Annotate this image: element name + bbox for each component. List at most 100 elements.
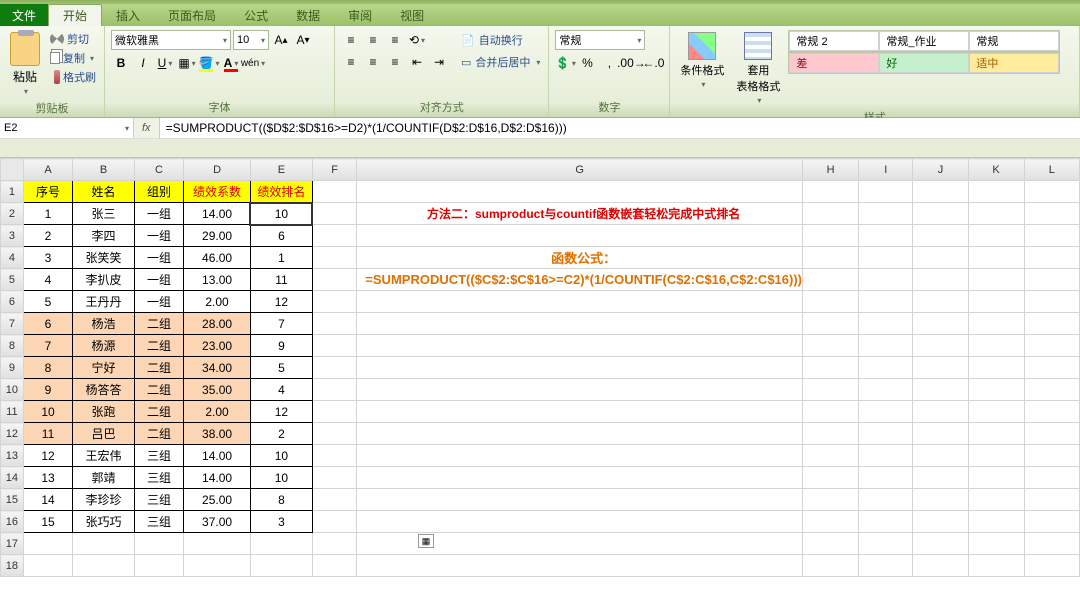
cell-E1[interactable]: 绩效排名	[250, 181, 312, 203]
cell-D10[interactable]: 35.00	[184, 379, 251, 401]
row-header-11[interactable]: 11	[1, 401, 24, 423]
cell-F17[interactable]	[312, 533, 356, 555]
copy-button[interactable]: 复制▾	[48, 49, 98, 67]
cell-J13[interactable]	[913, 445, 968, 467]
cell-H14[interactable]	[803, 467, 859, 489]
cell-K3[interactable]	[968, 225, 1024, 247]
cell-D11[interactable]: 2.00	[184, 401, 251, 423]
cell-B9[interactable]: 宁好	[73, 357, 134, 379]
cell-J8[interactable]	[913, 335, 968, 357]
cell-D8[interactable]: 23.00	[184, 335, 251, 357]
cell-K16[interactable]	[968, 511, 1024, 533]
cell-I13[interactable]	[859, 445, 913, 467]
cell-C17[interactable]	[134, 533, 183, 555]
cell-G7[interactable]	[357, 313, 803, 335]
cell-E11[interactable]: 12	[250, 401, 312, 423]
percent-button[interactable]: %	[577, 53, 597, 73]
col-header-E[interactable]: E	[250, 159, 312, 181]
cell-L13[interactable]	[1024, 445, 1080, 467]
cell-I4[interactable]	[859, 247, 913, 269]
cell-A4[interactable]: 3	[23, 247, 72, 269]
row-header-2[interactable]: 2	[1, 203, 24, 225]
autofill-options-icon[interactable]: ▦	[418, 534, 434, 548]
cell-C7[interactable]: 二组	[134, 313, 183, 335]
cell-B17[interactable]	[73, 533, 134, 555]
cell-K7[interactable]	[968, 313, 1024, 335]
cell-L9[interactable]	[1024, 357, 1080, 379]
cell-C13[interactable]: 三组	[134, 445, 183, 467]
cell-D13[interactable]: 14.00	[184, 445, 251, 467]
cell-K11[interactable]	[968, 401, 1024, 423]
cell-K18[interactable]	[968, 555, 1024, 577]
cell-F14[interactable]	[312, 467, 356, 489]
cell-G12[interactable]	[357, 423, 803, 445]
col-header-H[interactable]: H	[803, 159, 859, 181]
cell-E16[interactable]: 3	[250, 511, 312, 533]
cell-G10[interactable]	[357, 379, 803, 401]
cell-B18[interactable]	[73, 555, 134, 577]
col-header-C[interactable]: C	[134, 159, 183, 181]
spreadsheet-grid[interactable]: ABCDEFGHIJKL1序号姓名组别绩效系数绩效排名21张三一组14.0010…	[0, 158, 1080, 577]
cell-K5[interactable]	[968, 269, 1024, 291]
align-bottom-button[interactable]: ≡	[385, 30, 405, 50]
row-header-17[interactable]: 17	[1, 533, 24, 555]
cell-H11[interactable]	[803, 401, 859, 423]
cell-F10[interactable]	[312, 379, 356, 401]
conditional-format-button[interactable]: 条件格式▾	[676, 30, 728, 91]
cell-I16[interactable]	[859, 511, 913, 533]
format-as-table-button[interactable]: 套用 表格格式▾	[732, 30, 784, 107]
cell-A11[interactable]: 10	[23, 401, 72, 423]
cell-C11[interactable]: 二组	[134, 401, 183, 423]
row-header-8[interactable]: 8	[1, 335, 24, 357]
cell-G16[interactable]	[357, 511, 803, 533]
cell-F16[interactable]	[312, 511, 356, 533]
cell-A16[interactable]: 15	[23, 511, 72, 533]
cell-K1[interactable]	[968, 181, 1024, 203]
cell-H4[interactable]	[803, 247, 859, 269]
col-header-A[interactable]: A	[23, 159, 72, 181]
font-name-combo[interactable]: 微软雅黑▾	[111, 30, 231, 50]
align-right-button[interactable]: ≡	[385, 52, 405, 72]
cell-B1[interactable]: 姓名	[73, 181, 134, 203]
cell-L5[interactable]	[1024, 269, 1080, 291]
cell-A7[interactable]: 6	[23, 313, 72, 335]
cell-A10[interactable]: 9	[23, 379, 72, 401]
cell-G4[interactable]: 函数公式：	[357, 247, 803, 269]
row-header-3[interactable]: 3	[1, 225, 24, 247]
cell-H6[interactable]	[803, 291, 859, 313]
cell-H12[interactable]	[803, 423, 859, 445]
formula-bar-expand[interactable]	[0, 139, 1080, 157]
cell-E13[interactable]: 10	[250, 445, 312, 467]
wrap-text-button[interactable]: 📄自动换行	[459, 30, 542, 50]
cell-K12[interactable]	[968, 423, 1024, 445]
cell-I10[interactable]	[859, 379, 913, 401]
cell-I8[interactable]	[859, 335, 913, 357]
fill-color-button[interactable]: 🪣▾	[199, 53, 219, 73]
style-bad[interactable]: 差	[789, 53, 879, 73]
currency-button[interactable]: 💲▾	[555, 53, 575, 73]
cell-A17[interactable]	[23, 533, 72, 555]
cell-J16[interactable]	[913, 511, 968, 533]
row-header-15[interactable]: 15	[1, 489, 24, 511]
cell-F8[interactable]	[312, 335, 356, 357]
cell-K2[interactable]	[968, 203, 1024, 225]
row-header-1[interactable]: 1	[1, 181, 24, 203]
file-tab[interactable]: 文件	[0, 4, 48, 26]
cell-L7[interactable]	[1024, 313, 1080, 335]
align-top-button[interactable]: ≡	[341, 30, 361, 50]
row-header-16[interactable]: 16	[1, 511, 24, 533]
cell-C2[interactable]: 一组	[134, 203, 183, 225]
formula-input[interactable]: =SUMPRODUCT(($D$2:$D$16>=D2)*(1/COUNTIF(…	[160, 118, 1080, 138]
cell-A9[interactable]: 8	[23, 357, 72, 379]
cell-I2[interactable]	[859, 203, 913, 225]
row-header-13[interactable]: 13	[1, 445, 24, 467]
tab-data[interactable]: 数据	[282, 4, 334, 26]
cell-A13[interactable]: 12	[23, 445, 72, 467]
cell-C14[interactable]: 三组	[134, 467, 183, 489]
cell-I9[interactable]	[859, 357, 913, 379]
cell-J11[interactable]	[913, 401, 968, 423]
indent-inc-button[interactable]: ⇥	[429, 52, 449, 72]
cell-E14[interactable]: 10	[250, 467, 312, 489]
col-header-F[interactable]: F	[312, 159, 356, 181]
select-all-corner[interactable]	[1, 159, 24, 181]
